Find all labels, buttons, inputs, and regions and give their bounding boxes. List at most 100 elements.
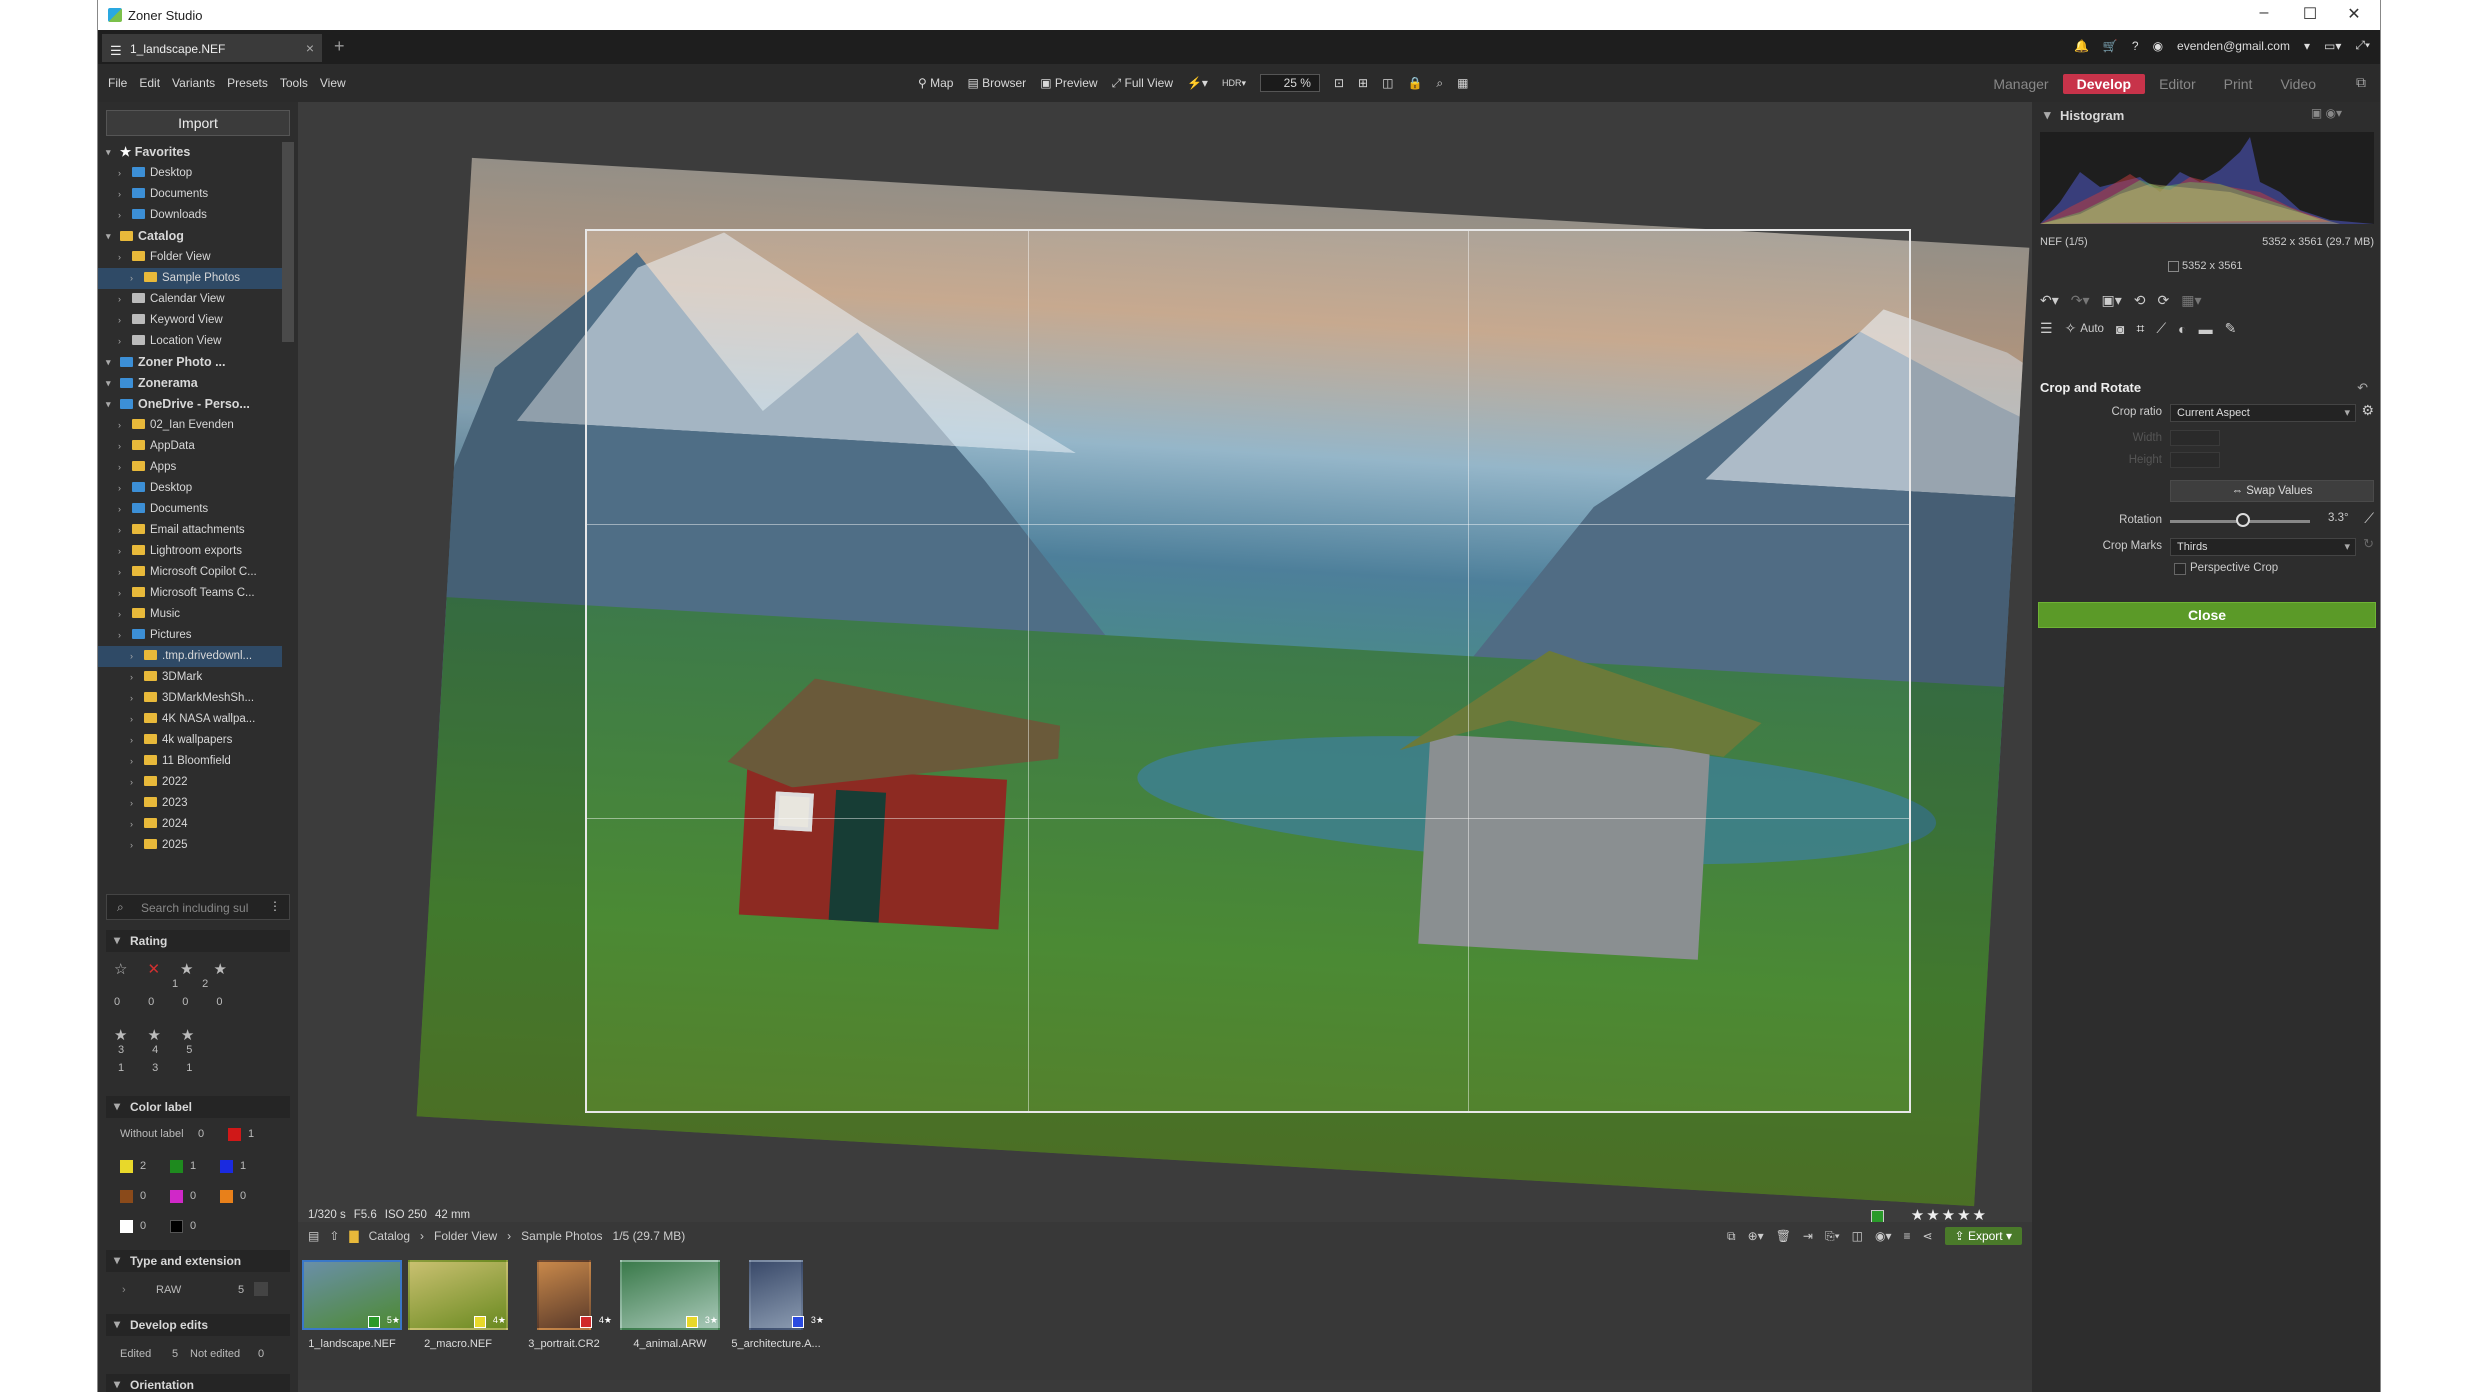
user-icon[interactable]: ◉ — [2153, 39, 2163, 53]
tree-item[interactable]: › Documents — [98, 499, 282, 520]
preview-button[interactable]: ▣ Preview — [1040, 76, 1097, 90]
tree-item[interactable]: ▾ Catalog — [98, 226, 282, 247]
full-view-button[interactable]: ⤢ Full View — [1112, 76, 1173, 91]
expand-arrow-icon[interactable]: › — [130, 268, 133, 289]
expand-arrow-icon[interactable]: › — [118, 520, 121, 541]
rotate-right-icon[interactable]: ⟳ — [2158, 292, 2170, 309]
color-label-badge[interactable] — [1871, 1210, 1884, 1222]
orange-label-swatch[interactable] — [220, 1190, 233, 1203]
expand-arrow-icon[interactable]: › — [130, 646, 133, 667]
brush-icon[interactable]: ✎ — [2225, 320, 2237, 337]
type-extension-section-header[interactable]: Type and extension — [106, 1250, 290, 1272]
expand-arrow-icon[interactable]: › — [130, 835, 133, 856]
menu-edit[interactable]: Edit — [139, 76, 160, 90]
tree-item[interactable]: › Desktop — [98, 478, 282, 499]
rating-section-header[interactable]: Rating — [106, 930, 290, 952]
expand-arrow-icon[interactable]: › — [118, 478, 121, 499]
hdr-icon[interactable]: HDR▾ — [1222, 78, 1246, 89]
expand-arrow-icon[interactable]: › — [130, 730, 133, 751]
expand-arrow-icon[interactable]: › — [118, 457, 121, 478]
filmstrip-thumbnail[interactable]: 5★ 1_landscape.NEF — [302, 1260, 402, 1356]
filmstrip-thumbnail[interactable]: 3★ 4_animal.ARW — [620, 1260, 720, 1356]
flash-icon[interactable]: ⚡▾ — [1187, 76, 1208, 90]
tab-editor[interactable]: Editor — [2145, 74, 2210, 94]
tree-item[interactable]: › 2023 — [98, 793, 282, 814]
auto-button[interactable]: Auto — [2080, 323, 2104, 335]
expand-arrow-icon[interactable]: › — [130, 772, 133, 793]
sliders-icon[interactable]: ☰ — [2040, 320, 2053, 337]
image-canvas[interactable]: 1/320 s F5.6 ISO 250 42 mm ★★★★★ — [298, 102, 2032, 1222]
menu-tools[interactable]: Tools — [280, 76, 308, 90]
crop-marks-select[interactable]: Thirds — [2170, 538, 2356, 556]
expand-arrow-icon[interactable]: › — [118, 184, 121, 205]
tree-item[interactable]: › Lightroom exports — [98, 541, 282, 562]
expand-arrow-icon[interactable]: ▾ — [106, 226, 111, 247]
white-label-swatch[interactable] — [120, 1220, 133, 1233]
tree-item[interactable]: › 02_Ian Evenden — [98, 415, 282, 436]
raw-checkbox[interactable] — [254, 1282, 268, 1296]
document-tab[interactable]: ☰ 1_landscape.NEF × — [102, 34, 322, 62]
undo-icon[interactable]: ↶▾ — [2040, 292, 2059, 309]
without-label[interactable]: Without label — [120, 1128, 184, 1140]
menu-variants[interactable]: Variants — [172, 76, 215, 90]
swap-values-button[interactable]: ⇔ Swap Values — [2170, 480, 2374, 502]
expand-arrow-icon[interactable]: ▾ — [106, 352, 111, 373]
move-icon[interactable]: ⇥ — [1803, 1229, 1813, 1243]
perspective-icon[interactable]: ⟋ — [2156, 320, 2166, 337]
more-icon[interactable]: ⋮ — [269, 899, 281, 913]
tree-item[interactable]: › 4K NASA wallpa... — [98, 709, 282, 730]
monitor-icon[interactable]: ▭▾ — [2324, 39, 2341, 53]
expand-arrow-icon[interactable]: › — [130, 667, 133, 688]
raw-item[interactable]: RAW — [156, 1284, 181, 1296]
expand-arrow-icon[interactable]: › — [118, 562, 121, 583]
crop-frame[interactable] — [585, 229, 1911, 1113]
retouch-icon[interactable]: ◐ — [2178, 321, 2186, 337]
batch-icon[interactable]: ⊕▾ — [1748, 1229, 1764, 1243]
panel-icon[interactable]: ◫ — [1852, 1229, 1863, 1243]
develop-edits-section-header[interactable]: Develop edits — [106, 1314, 290, 1336]
tree-item[interactable]: › AppData — [98, 436, 282, 457]
fit-icon[interactable]: ⊡ — [1334, 76, 1344, 90]
expand-arrow-icon[interactable]: › — [118, 625, 121, 646]
tree-item[interactable]: ▾ Zonerama — [98, 373, 282, 394]
menu-file[interactable]: File — [108, 76, 127, 90]
redo-icon[interactable]: ↷▾ — [2071, 292, 2090, 309]
reject-icon[interactable]: ✕ — [147, 961, 180, 978]
expand-arrow-icon[interactable]: › — [130, 814, 133, 835]
tab-close-icon[interactable]: × — [306, 40, 314, 56]
tree-item[interactable]: › Microsoft Copilot C... — [98, 562, 282, 583]
expand-arrow-icon[interactable]: › — [118, 331, 121, 352]
compare-icon[interactable]: ▦▾ — [2181, 292, 2201, 309]
browser-button[interactable]: ▤ Browser — [967, 76, 1026, 90]
tree-item[interactable]: › Apps — [98, 457, 282, 478]
tree-item[interactable]: › Keyword View — [98, 310, 282, 331]
tab-video[interactable]: Video — [2266, 74, 2330, 94]
breadcrumb-folder-view[interactable]: Folder View — [434, 1229, 497, 1243]
auto-wand-icon[interactable]: ✧ — [2065, 320, 2077, 337]
menu-presets[interactable]: Presets — [227, 76, 268, 90]
tree-item[interactable]: › Microsoft Teams C... — [98, 583, 282, 604]
user-email[interactable]: evenden@gmail.com — [2177, 39, 2290, 53]
cart-icon[interactable]: 🛒 — [2103, 39, 2118, 53]
close-icon[interactable]: ✕ — [2334, 4, 2374, 24]
preset-icon[interactable]: ▣▾ — [2102, 292, 2122, 309]
zoom-tool-icon[interactable]: ⌕ — [1436, 76, 1443, 91]
tree-item[interactable]: › 3DMark — [98, 667, 282, 688]
crop-icon[interactable]: ⌗ — [2136, 320, 2144, 337]
compare-icon[interactable]: ◫ — [1382, 76, 1393, 90]
rotation-slider-knob[interactable] — [2235, 513, 2250, 527]
magenta-label-swatch[interactable] — [170, 1190, 183, 1203]
tree-item[interactable]: › 2022 — [98, 772, 282, 793]
rating-stars-row2[interactable]: ★★★ — [114, 1026, 214, 1044]
tree-item[interactable]: › Folder View — [98, 247, 282, 268]
tree-item[interactable]: › Documents — [98, 184, 282, 205]
sort-icon[interactable]: ≡ — [1903, 1229, 1910, 1243]
tree-item[interactable]: › .tmp.drivedownl... — [98, 646, 282, 667]
blue-label-swatch[interactable] — [220, 1160, 233, 1173]
expand-arrow-icon[interactable]: › — [118, 205, 121, 226]
folder-up-icon[interactable]: ⇧ — [329, 1229, 339, 1243]
tree-item[interactable]: ▾ OneDrive - Perso... — [98, 394, 282, 415]
share-icon[interactable]: ⋖ — [1922, 1229, 1932, 1243]
expand-arrow-icon[interactable]: › — [118, 163, 121, 184]
map-button[interactable]: ⚲ Map — [918, 76, 953, 90]
